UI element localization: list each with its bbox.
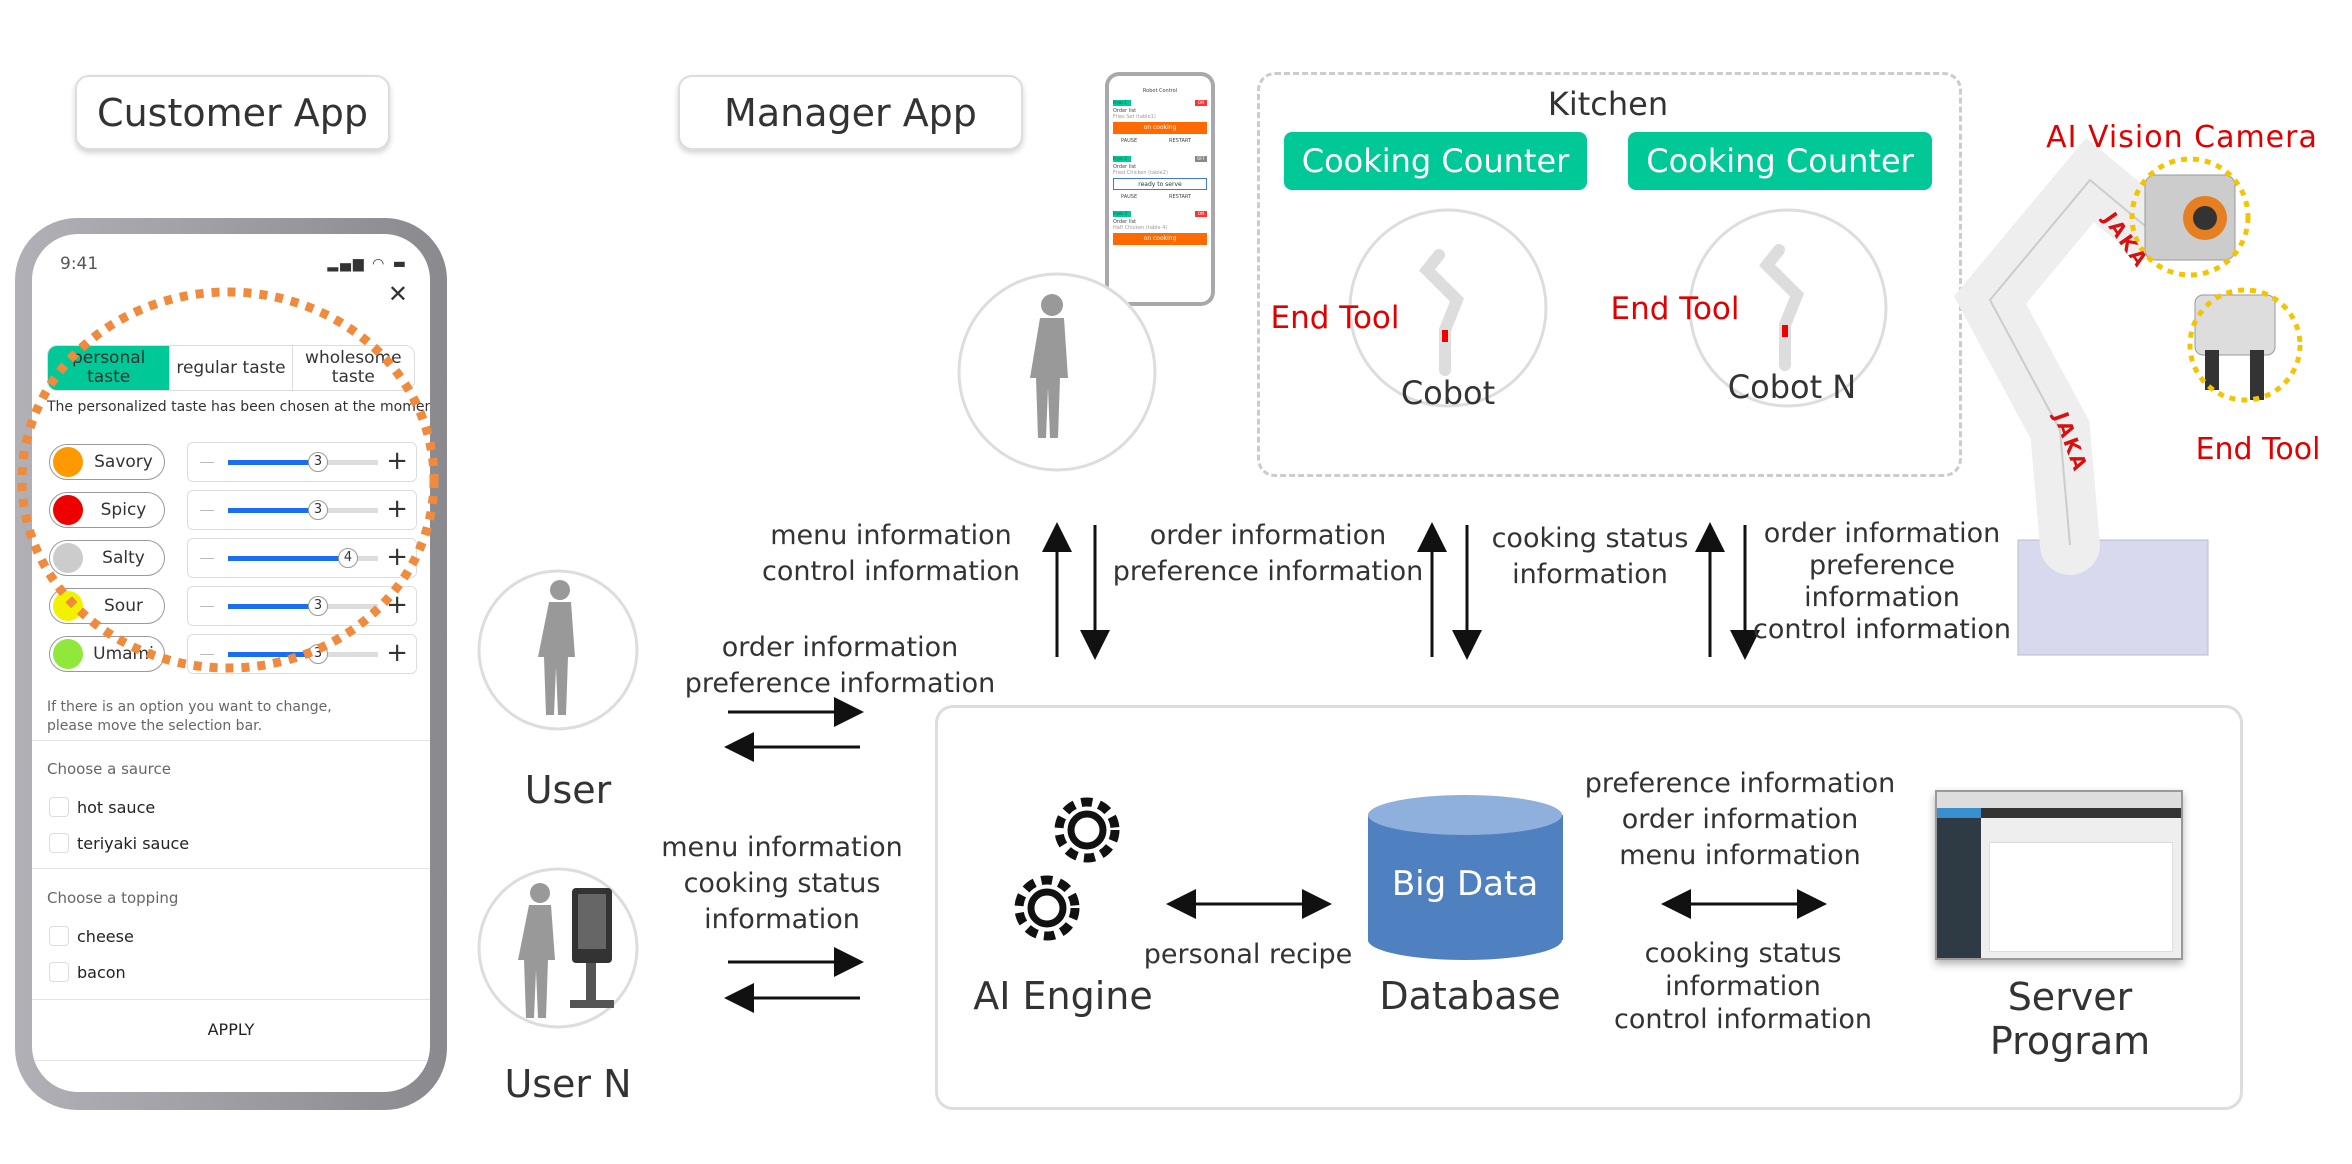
user-n-label: User N bbox=[504, 1062, 632, 1106]
ai-vision-camera-label: AI Vision Camera bbox=[2046, 120, 2318, 155]
personal-recipe-label: personal recipe bbox=[1143, 939, 1353, 970]
flow-kitchen-left-text: order information preference information bbox=[1112, 520, 1424, 587]
end-tool-label-2: End Tool bbox=[1610, 291, 1740, 327]
server-program-label: Server Program bbox=[1989, 975, 2151, 1063]
gear-icon bbox=[1014, 797, 1120, 941]
flow-user-text: order information preference information bbox=[684, 632, 996, 699]
flow-kitchen-mid-text: cooking status information bbox=[1491, 523, 1689, 590]
ai-engine-label: AI Engine bbox=[973, 974, 1153, 1018]
server-bottom-text: cooking status information control informa… bbox=[1613, 938, 1873, 1035]
flow-manager-text: menu information control information bbox=[761, 520, 1021, 587]
cobot-label: Cobot bbox=[1400, 374, 1496, 412]
cobot-n-label: Cobot N bbox=[1727, 368, 1857, 406]
big-data-label: Big Data bbox=[1391, 864, 1539, 904]
user-label: User bbox=[524, 768, 612, 812]
robot-end-tool-label: End Tool bbox=[2195, 432, 2321, 467]
robot-arm-image bbox=[1953, 137, 2303, 656]
flow-kitchen-right-text: order information preference information co… bbox=[1752, 518, 2012, 645]
database-label: Database bbox=[1379, 974, 1561, 1018]
server-top-text: preference information order information m… bbox=[1584, 768, 1896, 871]
end-tool-label-1: End Tool bbox=[1270, 300, 1400, 336]
highlight-circle bbox=[17, 287, 439, 673]
flow-user-n-text: menu information cooking status informatio… bbox=[661, 832, 903, 935]
